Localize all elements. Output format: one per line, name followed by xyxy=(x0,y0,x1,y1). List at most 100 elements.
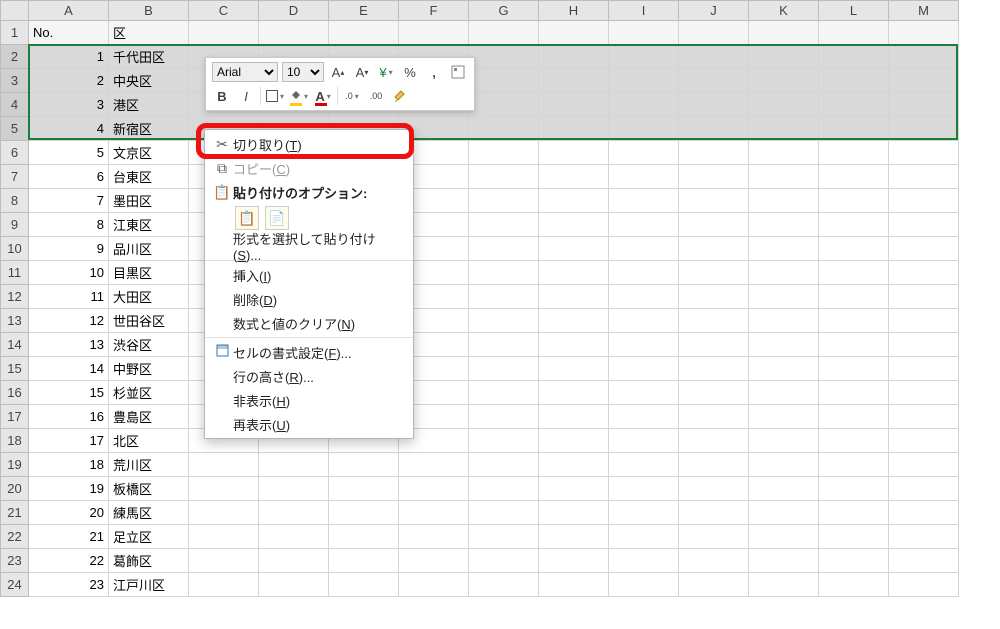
cell[interactable] xyxy=(469,93,539,117)
cell-A3[interactable]: 2 xyxy=(29,69,109,93)
cell[interactable] xyxy=(399,573,469,597)
cell[interactable] xyxy=(889,45,959,69)
cell[interactable] xyxy=(889,405,959,429)
cell-B22[interactable]: 足立区 xyxy=(109,525,189,549)
col-header-L[interactable]: L xyxy=(819,1,889,21)
menu-row-height[interactable]: 行の高さ(R)... xyxy=(205,364,413,388)
cell[interactable] xyxy=(819,213,889,237)
percent-format-button[interactable]: % xyxy=(400,62,420,82)
cell[interactable] xyxy=(329,501,399,525)
row-header-5[interactable]: 5 xyxy=(1,117,29,141)
cell[interactable] xyxy=(399,501,469,525)
cell[interactable] xyxy=(749,573,819,597)
cell[interactable] xyxy=(819,357,889,381)
cell[interactable] xyxy=(329,21,399,45)
cell[interactable] xyxy=(539,21,609,45)
cell[interactable] xyxy=(539,285,609,309)
col-header-B[interactable]: B xyxy=(109,1,189,21)
cell[interactable] xyxy=(889,309,959,333)
cell[interactable] xyxy=(889,333,959,357)
cell[interactable] xyxy=(819,525,889,549)
cell-B16[interactable]: 杉並区 xyxy=(109,381,189,405)
cell-A18[interactable]: 17 xyxy=(29,429,109,453)
cell-B15[interactable]: 中野区 xyxy=(109,357,189,381)
cell[interactable] xyxy=(889,573,959,597)
menu-delete[interactable]: 削除(D) xyxy=(205,287,413,311)
cell[interactable] xyxy=(609,285,679,309)
cell-A16[interactable]: 15 xyxy=(29,381,109,405)
cell[interactable] xyxy=(749,429,819,453)
cell[interactable] xyxy=(679,525,749,549)
row-header-16[interactable]: 16 xyxy=(1,381,29,405)
cell[interactable] xyxy=(819,477,889,501)
cell-B9[interactable]: 江東区 xyxy=(109,213,189,237)
cell[interactable] xyxy=(609,213,679,237)
cell[interactable] xyxy=(819,453,889,477)
row-header-2[interactable]: 2 xyxy=(1,45,29,69)
cell[interactable] xyxy=(539,549,609,573)
cell[interactable] xyxy=(679,21,749,45)
cell[interactable] xyxy=(609,261,679,285)
cell[interactable] xyxy=(749,261,819,285)
row-header-4[interactable]: 4 xyxy=(1,93,29,117)
font-select[interactable]: Arial xyxy=(212,62,278,82)
cell[interactable] xyxy=(889,69,959,93)
menu-paste-special[interactable]: 形式を選択して貼り付け(S)... xyxy=(205,234,413,258)
cell[interactable] xyxy=(889,285,959,309)
row-header-8[interactable]: 8 xyxy=(1,189,29,213)
cell[interactable] xyxy=(749,213,819,237)
format-painter-button[interactable] xyxy=(390,86,410,106)
cell-A10[interactable]: 9 xyxy=(29,237,109,261)
cell[interactable] xyxy=(259,21,329,45)
cell[interactable] xyxy=(609,525,679,549)
cell[interactable] xyxy=(609,141,679,165)
cell[interactable] xyxy=(749,405,819,429)
cell[interactable] xyxy=(889,501,959,525)
cell[interactable] xyxy=(679,69,749,93)
cell[interactable] xyxy=(329,549,399,573)
cell-B8[interactable]: 墨田区 xyxy=(109,189,189,213)
cell[interactable] xyxy=(609,501,679,525)
row-header-23[interactable]: 23 xyxy=(1,549,29,573)
menu-unhide[interactable]: 再表示(U) xyxy=(205,412,413,436)
cell[interactable] xyxy=(189,573,259,597)
cell[interactable] xyxy=(329,525,399,549)
cell-B2[interactable]: 千代田区 xyxy=(109,45,189,69)
paste-option-values-icon[interactable]: 📄 xyxy=(265,206,289,230)
cell[interactable] xyxy=(679,357,749,381)
row-header-24[interactable]: 24 xyxy=(1,573,29,597)
cell[interactable] xyxy=(889,381,959,405)
border-button[interactable] xyxy=(265,86,285,106)
cell[interactable] xyxy=(819,429,889,453)
cell-A5[interactable]: 4 xyxy=(29,117,109,141)
cell-A20[interactable]: 19 xyxy=(29,477,109,501)
cell[interactable] xyxy=(399,525,469,549)
cell[interactable] xyxy=(609,429,679,453)
cell[interactable] xyxy=(749,309,819,333)
cell-A22[interactable]: 21 xyxy=(29,525,109,549)
cell[interactable] xyxy=(539,69,609,93)
cell-B21[interactable]: 練馬区 xyxy=(109,501,189,525)
row-header-10[interactable]: 10 xyxy=(1,237,29,261)
cell[interactable] xyxy=(679,573,749,597)
decrease-decimal-button[interactable]: .0 xyxy=(342,86,362,106)
paste-option-all-icon[interactable]: 📋 xyxy=(235,206,259,230)
cell[interactable] xyxy=(259,477,329,501)
cell[interactable] xyxy=(539,573,609,597)
cell-A7[interactable]: 6 xyxy=(29,165,109,189)
cell-A24[interactable]: 23 xyxy=(29,573,109,597)
col-header-I[interactable]: I xyxy=(609,1,679,21)
cell[interactable] xyxy=(749,477,819,501)
cell[interactable] xyxy=(889,213,959,237)
cell[interactable] xyxy=(889,117,959,141)
cell[interactable] xyxy=(819,69,889,93)
cell[interactable] xyxy=(749,549,819,573)
cell[interactable] xyxy=(539,357,609,381)
cell[interactable] xyxy=(259,549,329,573)
cell[interactable] xyxy=(609,477,679,501)
cell[interactable] xyxy=(539,189,609,213)
cell[interactable] xyxy=(679,213,749,237)
cell[interactable] xyxy=(399,21,469,45)
cell[interactable] xyxy=(749,21,819,45)
cell[interactable] xyxy=(189,501,259,525)
